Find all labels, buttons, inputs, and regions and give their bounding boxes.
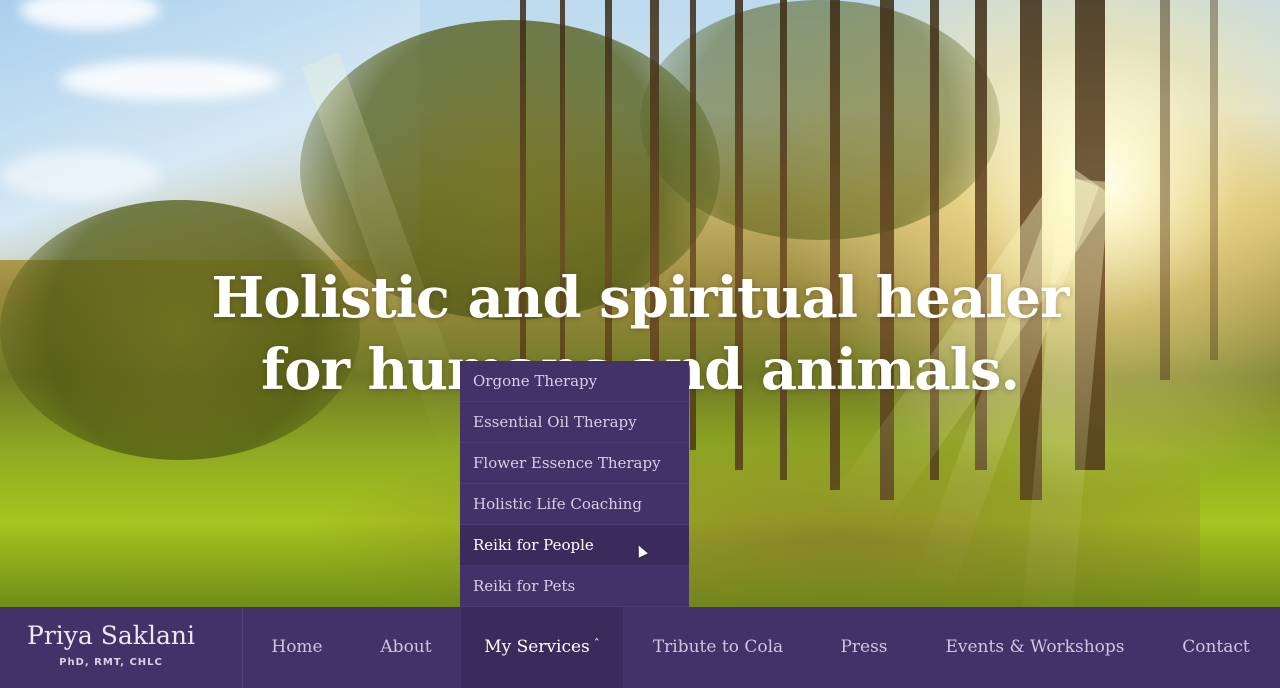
- tree-trunk: [1210, 0, 1218, 360]
- nav-item-press[interactable]: Press: [836, 607, 892, 688]
- nav-item-label: Events & Workshops: [945, 637, 1125, 657]
- nav-item-label: About: [380, 637, 432, 657]
- dropdown-item-flower-essence-therapy[interactable]: Flower Essence Therapy: [460, 443, 689, 484]
- dropdown-item-essential-oil-therapy[interactable]: Essential Oil Therapy: [460, 402, 689, 443]
- tree-trunk: [830, 0, 840, 490]
- nav-item-label: Home: [271, 637, 323, 657]
- nav-item-label: My Services: [484, 637, 590, 657]
- nav-item-contact[interactable]: Contact: [1176, 607, 1256, 688]
- dropdown-item-reiki-for-pets[interactable]: Reiki for Pets: [460, 566, 689, 607]
- cloud-decoration: [0, 150, 160, 200]
- cloud-decoration: [60, 60, 280, 100]
- brand-name: Priya Saklani: [27, 621, 195, 650]
- main-navbar: Priya Saklani PhD, RMT, CHLC Home About …: [0, 607, 1280, 688]
- nav-item-events-workshops[interactable]: Events & Workshops: [945, 607, 1125, 688]
- tree-trunk: [780, 0, 787, 480]
- nav-item-my-services[interactable]: My Services ˆ: [461, 607, 623, 688]
- nav-item-label: Press: [840, 637, 888, 657]
- tree-trunk: [1160, 0, 1170, 380]
- nav-item-label: Tribute to Cola: [652, 637, 784, 657]
- dropdown-item-orgone-therapy[interactable]: Orgone Therapy: [460, 361, 689, 402]
- nav-item-home[interactable]: Home: [265, 607, 329, 688]
- dropdown-item-holistic-life-coaching[interactable]: Holistic Life Coaching: [460, 484, 689, 525]
- nav-item-about[interactable]: About: [370, 607, 442, 688]
- brand-credentials: PhD, RMT, CHLC: [59, 657, 163, 668]
- nav-item-label: Contact: [1182, 637, 1250, 657]
- dirt-path: [300, 430, 1200, 607]
- brand-logo[interactable]: Priya Saklani PhD, RMT, CHLC: [0, 607, 243, 688]
- services-dropdown: Orgone Therapy Essential Oil Therapy Flo…: [460, 361, 689, 607]
- dropdown-item-reiki-for-people[interactable]: Reiki for People: [460, 525, 689, 566]
- nav-item-tribute-to-cola[interactable]: Tribute to Cola: [650, 607, 786, 688]
- caret-up-icon: ˆ: [593, 637, 600, 651]
